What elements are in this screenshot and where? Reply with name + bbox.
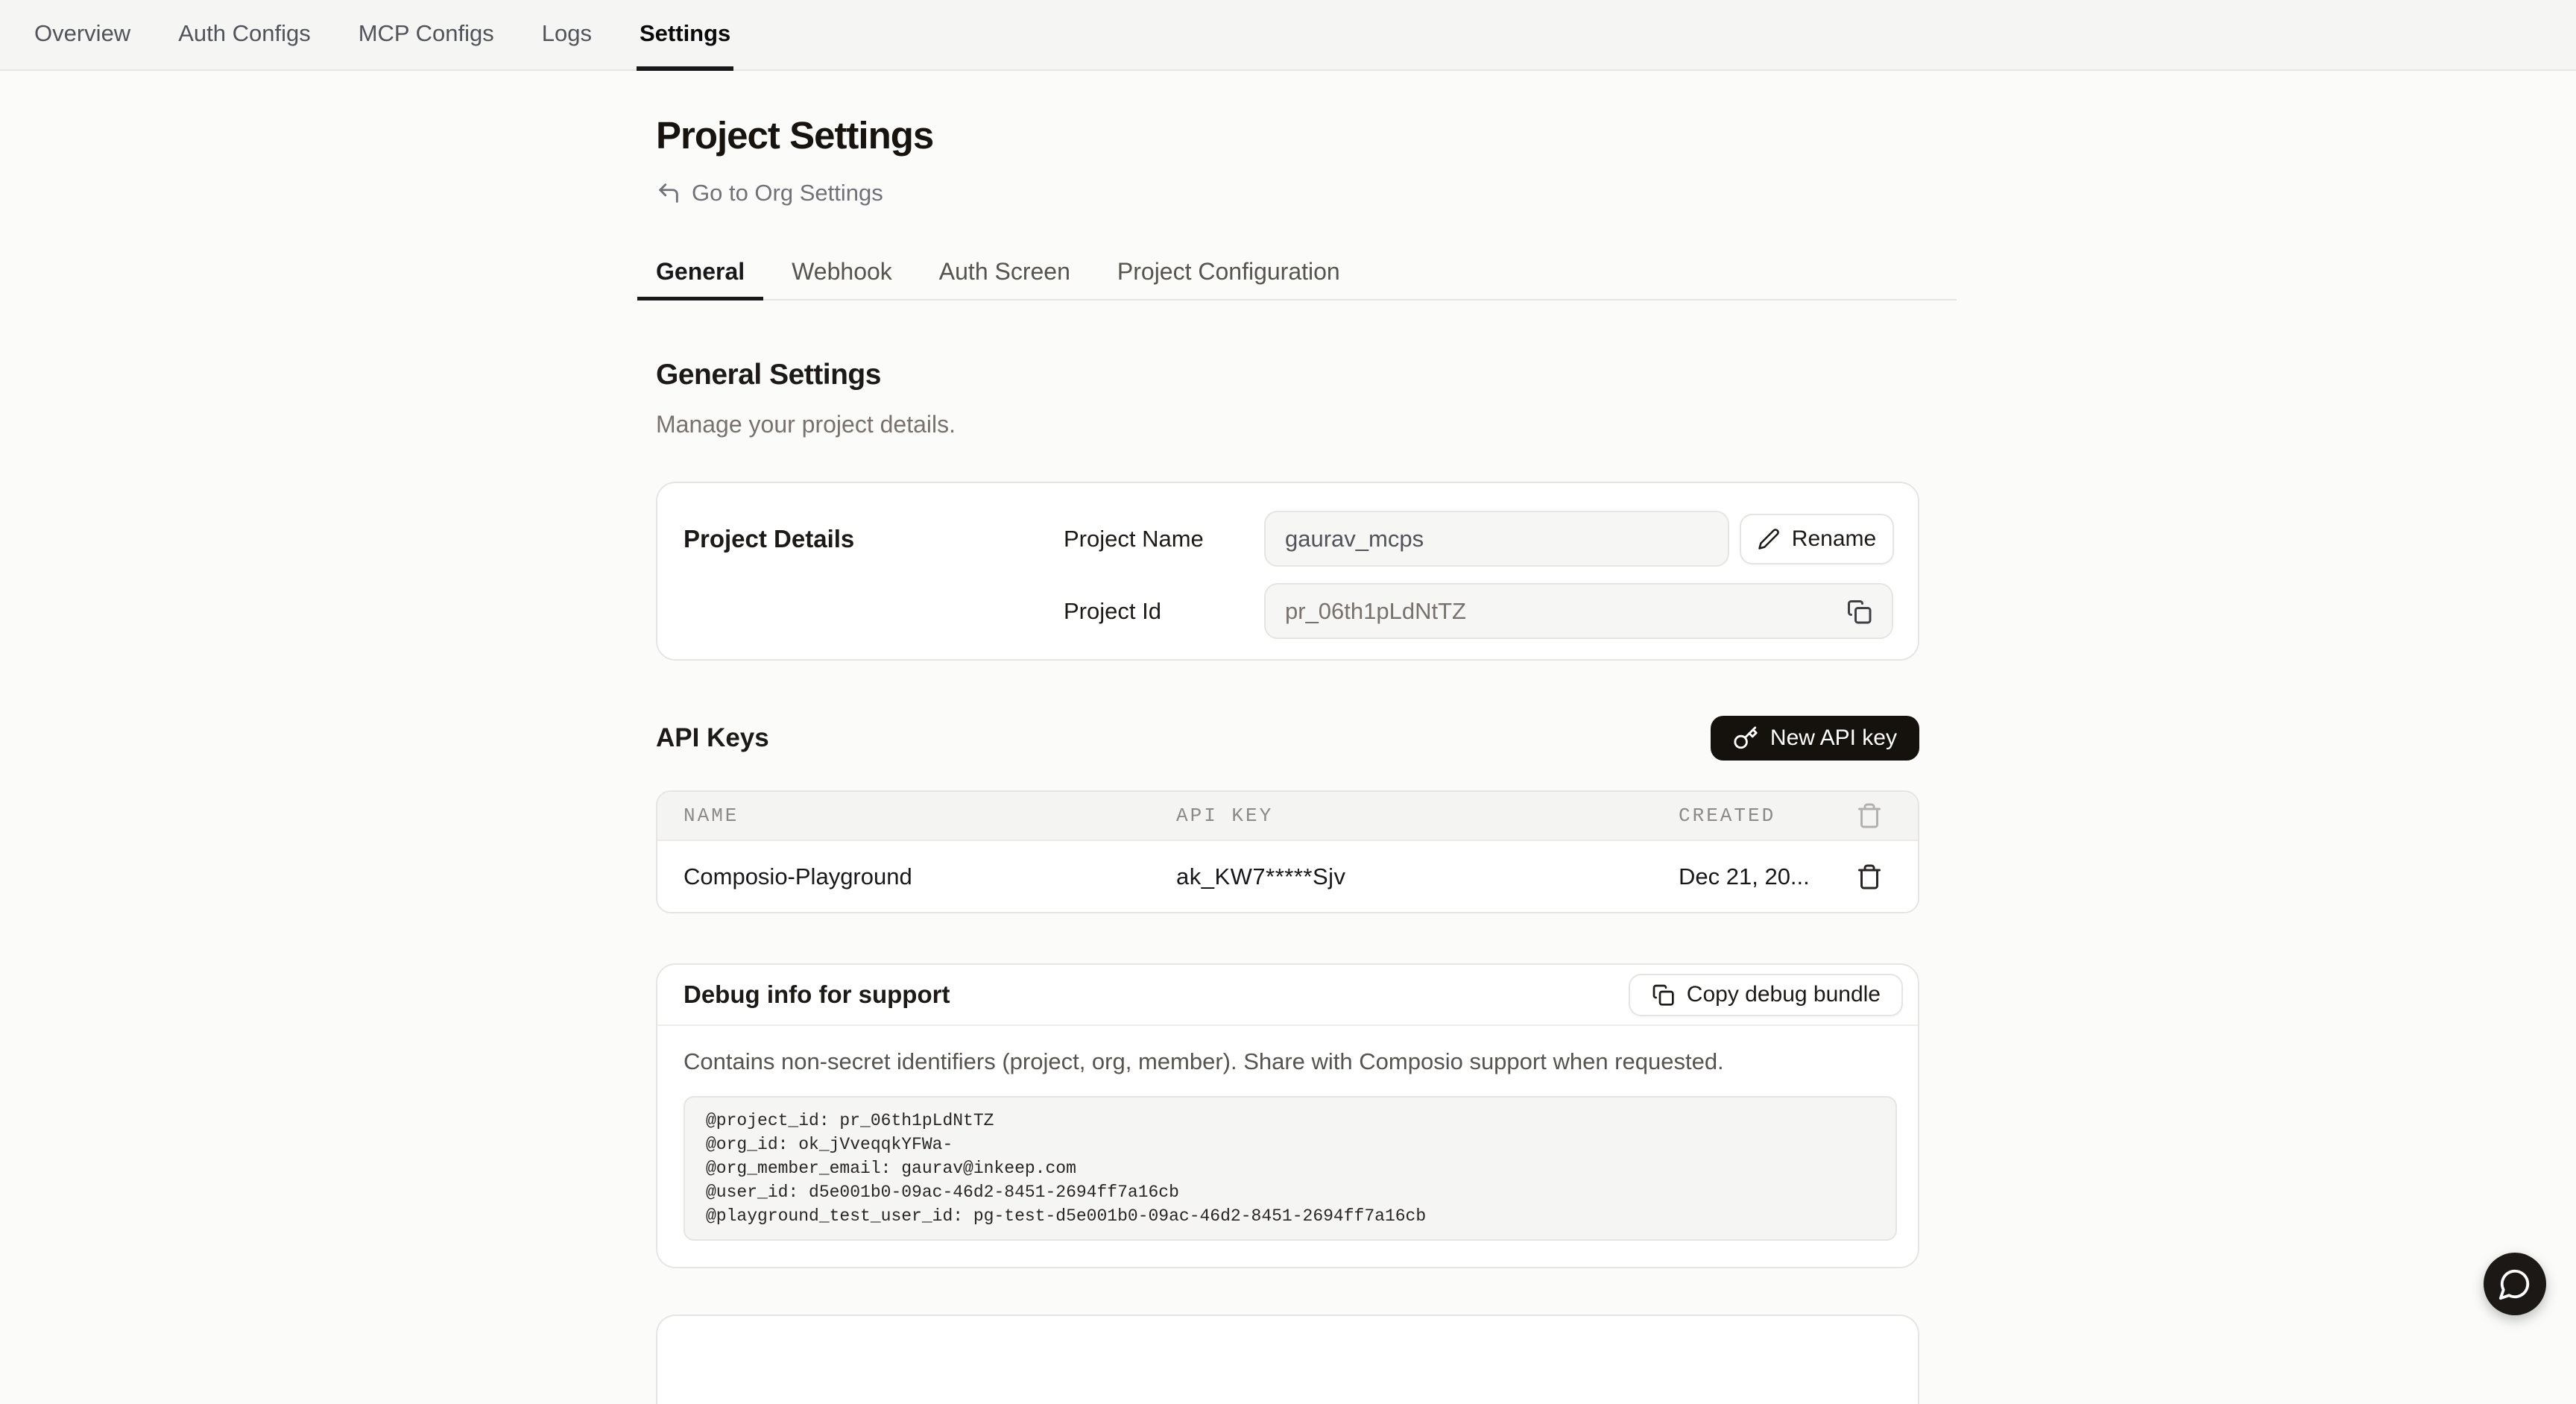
- debug-line: @org_id: ok_jVveqqkYFWa-: [706, 1133, 1875, 1156]
- pencil-icon: [1758, 528, 1780, 550]
- copy-project-id-button[interactable]: [1844, 596, 1874, 626]
- api-keys-header: API Keys New API key: [656, 716, 1919, 761]
- tab-general[interactable]: General: [637, 247, 763, 300]
- api-key-value-cell: ak_KW7*****Sjv: [1176, 863, 1679, 890]
- debug-line: @project_id: pr_06th1pLdNtTZ: [706, 1109, 1875, 1133]
- nav-tab-logs[interactable]: Logs: [539, 0, 595, 71]
- page-title: Project Settings: [656, 113, 1919, 157]
- project-details-card: Project Details Project Name Rename Proj…: [656, 482, 1919, 661]
- project-name-input[interactable]: [1264, 511, 1729, 567]
- rename-button-label: Rename: [1792, 526, 1876, 552]
- debug-line: @user_id: d5e001b0-09ac-46d2-8451-2694ff…: [706, 1180, 1875, 1204]
- debug-line: @playground_test_user_id: pg-test-d5e001…: [706, 1204, 1875, 1228]
- trash-icon: [1856, 863, 1883, 890]
- debug-card-title: Debug info for support: [684, 980, 950, 1009]
- api-keys-table: NAME API KEY CREATED Composio-Playground…: [656, 790, 1919, 913]
- tab-webhook[interactable]: Webhook: [773, 247, 911, 300]
- project-id-row: Project Id: [1064, 583, 1894, 639]
- column-header-created: CREATED: [1679, 805, 1821, 827]
- api-keys-table-header: NAME API KEY CREATED: [657, 792, 1918, 840]
- settings-tabs: General Webhook Auth Screen Project Conf…: [637, 247, 1957, 300]
- chat-bubble-icon: [2498, 1267, 2532, 1301]
- tab-project-configuration[interactable]: Project Configuration: [1099, 247, 1359, 300]
- key-icon: [1733, 725, 1758, 751]
- nav-tab-auth-configs[interactable]: Auth Configs: [175, 0, 314, 71]
- project-name-row: Project Name Rename: [1064, 511, 1894, 567]
- chat-button[interactable]: [2484, 1253, 2546, 1315]
- project-id-label: Project Id: [1064, 598, 1264, 625]
- api-key-created-cell: Dec 21, 20...: [1679, 863, 1821, 890]
- api-keys-heading: API Keys: [656, 723, 769, 753]
- rename-button[interactable]: Rename: [1740, 514, 1894, 564]
- main-content: Project Settings Go to Org Settings Gene…: [656, 113, 1919, 1404]
- top-nav: Overview Auth Configs MCP Configs Logs S…: [0, 0, 2576, 71]
- column-header-api-key: API KEY: [1176, 805, 1679, 827]
- copy-debug-bundle-label: Copy debug bundle: [1687, 982, 1881, 1007]
- general-settings-subheading: Manage your project details.: [656, 411, 1919, 438]
- org-settings-link-label: Go to Org Settings: [692, 180, 883, 207]
- column-header-name: NAME: [657, 805, 1176, 827]
- copy-icon: [1651, 983, 1675, 1007]
- project-name-label: Project Name: [1064, 526, 1264, 553]
- tab-auth-screen[interactable]: Auth Screen: [921, 247, 1089, 300]
- copy-debug-bundle-button[interactable]: Copy debug bundle: [1629, 974, 1903, 1016]
- debug-bundle-code-block: @project_id: pr_06th1pLdNtTZ@org_id: ok_…: [684, 1096, 1897, 1241]
- debug-description: Contains non-secret identifiers (project…: [684, 1048, 1892, 1075]
- copy-icon: [1846, 598, 1872, 625]
- delete-api-key-button[interactable]: [1821, 863, 1918, 890]
- trash-column-icon: [1821, 802, 1918, 829]
- project-id-input[interactable]: [1264, 583, 1893, 639]
- nav-tab-overview[interactable]: Overview: [31, 0, 133, 71]
- new-api-key-button[interactable]: New API key: [1711, 716, 1919, 761]
- api-key-table-row: Composio-Playground ak_KW7*****Sjv Dec 2…: [657, 840, 1918, 912]
- corner-up-left-icon: [656, 180, 681, 206]
- debug-line: @org_member_email: gaurav@inkeep.com: [706, 1156, 1875, 1180]
- project-details-card-title: Project Details: [684, 483, 1064, 659]
- nav-tab-mcp-configs[interactable]: MCP Configs: [356, 0, 497, 71]
- new-api-key-button-label: New API key: [1770, 725, 1897, 751]
- api-key-name-cell: Composio-Playground: [657, 863, 1176, 890]
- general-settings-heading: General Settings: [656, 359, 1919, 391]
- trash-icon: [1856, 802, 1883, 829]
- next-section-card-partial: [656, 1315, 1919, 1404]
- nav-tab-settings[interactable]: Settings: [637, 0, 733, 71]
- debug-info-card: Debug info for support Copy debug bundle…: [656, 963, 1919, 1268]
- org-settings-link[interactable]: Go to Org Settings: [656, 180, 883, 207]
